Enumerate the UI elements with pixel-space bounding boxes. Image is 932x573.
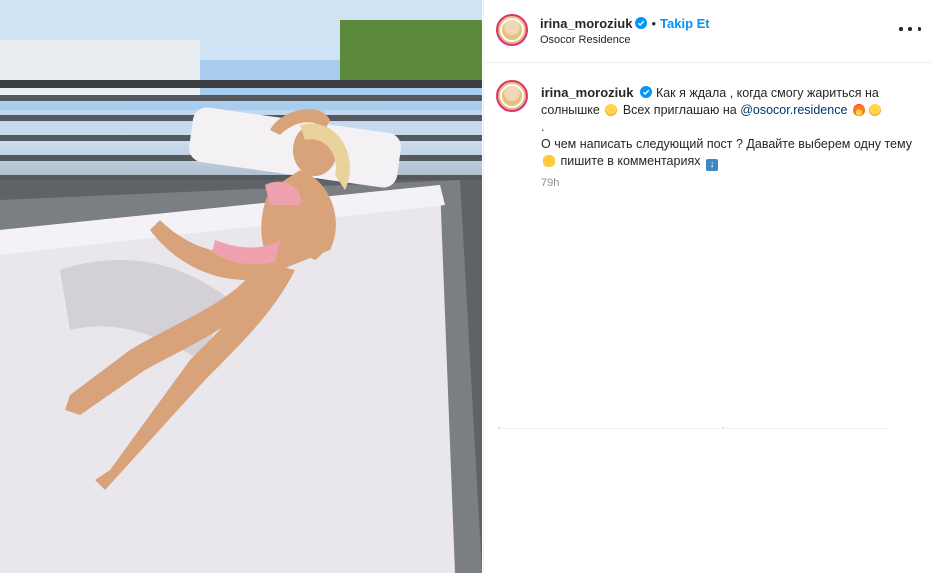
author-avatar[interactable] — [496, 14, 528, 46]
more-dot — [917, 27, 921, 31]
more-dot — [899, 27, 903, 31]
caption-username[interactable]: irina_moroziuk — [541, 85, 633, 100]
verified-badge-icon — [640, 86, 653, 98]
down-arrow-emoji-icon: ↓ — [705, 159, 718, 171]
hot-face-emoji-icon — [868, 104, 881, 116]
more-dot — [908, 27, 912, 31]
hot-face-emoji-icon — [605, 104, 618, 116]
caption-line-4: О чем написать следующий пост ? Давайте … — [541, 137, 912, 151]
mention-link[interactable]: @osocor.residence — [740, 103, 847, 117]
fire-emoji-icon — [852, 104, 865, 116]
post-photo-illustration — [0, 0, 482, 573]
post-photo[interactable] — [0, 0, 482, 573]
post-timestamp[interactable]: 79h — [541, 177, 559, 189]
caption-line-2: Всех приглашаю на — [622, 103, 737, 117]
header-user-line: irina_moroziuk • Takip Et — [540, 15, 710, 33]
caption-line-3: . — [541, 120, 545, 134]
comments-divider — [500, 428, 888, 429]
verified-badge-icon — [635, 17, 648, 29]
follow-button[interactable]: Takip Et — [660, 16, 710, 31]
caption-text: irina_moroziuk Как я ждала , когда смогу… — [541, 84, 921, 171]
caption-avatar[interactable] — [496, 80, 528, 112]
separator-dot: • — [651, 16, 657, 31]
caption-line-5: пишите в комментариях — [560, 154, 701, 168]
header-username[interactable]: irina_moroziuk — [540, 16, 632, 31]
post-details-panel: irina_moroziuk • Takip Et Osocor Residence… — [483, 0, 932, 573]
more-options-icon[interactable] — [899, 22, 921, 36]
location-link[interactable]: Osocor Residence — [540, 34, 631, 46]
post-header: irina_moroziuk • Takip Et Osocor Residence — [484, 0, 932, 63]
raised-fist-emoji-icon — [543, 155, 555, 167]
